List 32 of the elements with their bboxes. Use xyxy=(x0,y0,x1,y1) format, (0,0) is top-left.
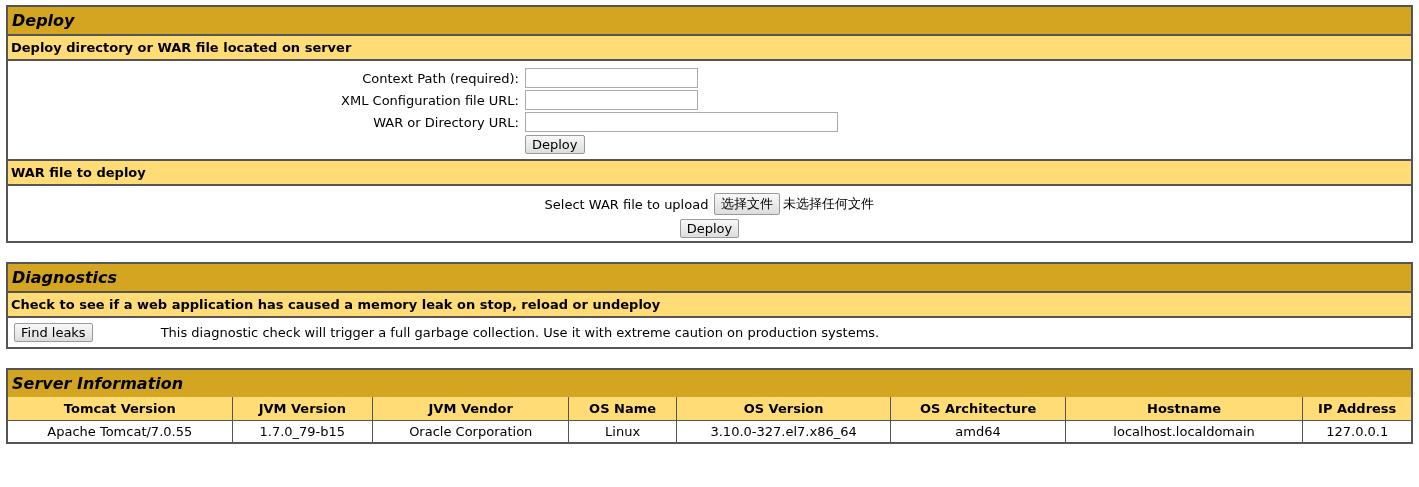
table-cell: localhost.localdomain xyxy=(1065,420,1303,442)
section-heading: Check to see if a web application has caused a memory leak on stop, reload or undeploy xyxy=(8,293,1411,318)
deploy-button[interactable]: Deploy xyxy=(679,219,740,238)
table-cell: 3.10.0-327.el7.x86_64 xyxy=(676,420,891,442)
input-field[interactable] xyxy=(525,90,698,110)
input-field[interactable] xyxy=(525,68,698,88)
field-label: Context Path (required): xyxy=(361,70,519,86)
field-label: XML Configuration file URL: xyxy=(340,92,519,108)
field-label: Select WAR file to upload xyxy=(544,196,709,212)
field-label: WAR or Directory URL: xyxy=(372,114,519,130)
column-header: Hostname xyxy=(1065,397,1303,421)
table-cell: Oracle Corporation xyxy=(372,420,569,442)
column-header: Tomcat Version xyxy=(8,397,232,421)
column-header: OS Architecture xyxy=(890,397,1066,421)
table-cell: Apache Tomcat/7.0.55 xyxy=(8,420,232,442)
section-title: Deploy xyxy=(8,7,1411,36)
column-header: JVM Vendor xyxy=(372,397,569,421)
find-leaks-button[interactable]: Find leaks xyxy=(14,323,93,342)
deploy-button[interactable]: Deploy xyxy=(525,135,585,154)
diagnostic-note: This diagnostic check will trigger a full garbage collection. Use it with extreme caution on production systems. xyxy=(160,325,880,340)
column-header: OS Name xyxy=(568,397,677,421)
section-heading: Deploy directory or WAR file located on server xyxy=(8,36,1411,61)
input-field[interactable] xyxy=(525,112,838,132)
choose-file-button[interactable]: 选择文件 xyxy=(714,193,781,215)
column-header: JVM Version xyxy=(232,397,373,421)
table-cell: amd64 xyxy=(890,420,1066,442)
section-title: Server Information xyxy=(8,370,1411,397)
column-header: IP Address xyxy=(1302,397,1411,421)
file-status: 未选择任何文件 xyxy=(783,195,875,213)
column-header: OS Version xyxy=(676,397,891,421)
section-title: Diagnostics xyxy=(8,264,1411,293)
section-heading: WAR file to deploy xyxy=(8,159,1411,186)
